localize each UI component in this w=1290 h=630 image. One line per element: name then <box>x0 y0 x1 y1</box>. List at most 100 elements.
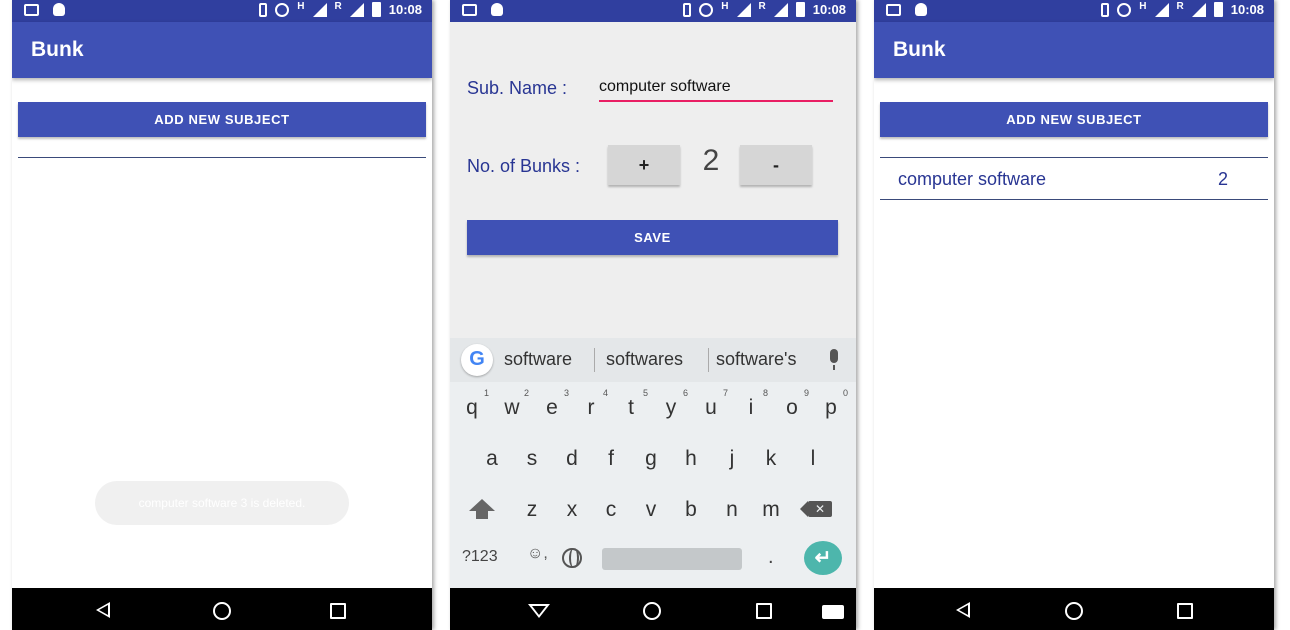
key-g[interactable]: g <box>636 447 666 471</box>
shift-icon[interactable] <box>469 499 495 519</box>
google-icon[interactable]: G <box>461 344 493 376</box>
recent-apps-icon[interactable] <box>1177 603 1193 619</box>
key-m[interactable]: m <box>756 498 786 522</box>
suggestion-1[interactable]: software <box>504 349 572 370</box>
key-r[interactable]: r4 <box>576 388 609 420</box>
key-o[interactable]: o9 <box>777 388 809 420</box>
key-s[interactable]: s <box>517 447 547 471</box>
save-button[interactable]: SAVE <box>467 220 838 255</box>
back-icon[interactable] <box>96 602 110 618</box>
key-k[interactable]: k <box>756 447 786 471</box>
phone-screen-2: H R 10:08 Sub. Name : computer software … <box>450 0 856 630</box>
key-u[interactable]: u7 <box>696 388 728 420</box>
key-q[interactable]: q1 <box>457 388 489 420</box>
status-bar: H R 10:08 <box>450 0 856 22</box>
hide-keyboard-icon[interactable] <box>528 604 550 618</box>
key-l[interactable]: l <box>798 447 828 471</box>
key-e-hint: 3 <box>563 388 569 398</box>
google-logo-letter: G <box>469 348 485 370</box>
key-i-label: i <box>748 396 754 419</box>
key-h[interactable]: h <box>676 447 706 471</box>
navigation-bar <box>874 588 1274 630</box>
toast-message: computer software 3 is deleted. <box>95 481 349 525</box>
list-divider <box>880 199 1268 200</box>
key-n[interactable]: n <box>717 498 747 522</box>
key-b[interactable]: b <box>676 498 706 522</box>
phone-screen-1: H R 10:08 Bunk ADD NEW SUBJECT computer … <box>12 0 432 630</box>
key-c[interactable]: c <box>596 498 626 522</box>
key-a[interactable]: a <box>477 447 507 471</box>
back-icon[interactable] <box>956 602 970 618</box>
home-icon[interactable] <box>1065 602 1083 620</box>
key-v[interactable]: v <box>636 498 666 522</box>
signal-icon <box>736 2 751 17</box>
increment-button[interactable]: + <box>608 145 680 185</box>
key-x[interactable]: x <box>557 498 587 522</box>
symbols-key[interactable]: ?123 <box>462 548 498 566</box>
bunk-count: 2 <box>702 144 720 177</box>
globe-icon[interactable] <box>562 548 582 568</box>
list-divider <box>880 157 1268 158</box>
decrement-button[interactable]: - <box>740 145 812 185</box>
alarm-icon <box>275 2 290 17</box>
app-title: Bunk <box>31 38 84 61</box>
key-p-hint: 0 <box>842 388 848 398</box>
key-r-hint: 4 <box>602 388 608 398</box>
vibrate-icon <box>683 2 692 17</box>
suggestion-3[interactable]: software's <box>716 349 796 370</box>
list-divider <box>18 157 426 158</box>
vibrate-icon <box>259 2 268 17</box>
key-o-label: o <box>786 396 798 419</box>
enter-icon[interactable]: ↵ <box>804 541 842 575</box>
recent-apps-icon[interactable] <box>330 603 346 619</box>
key-d[interactable]: d <box>557 447 587 471</box>
battery-icon <box>1213 2 1223 17</box>
key-w-hint: 2 <box>523 388 529 398</box>
soft-keyboard: G software softwares software's q1 w2 e3… <box>450 338 856 588</box>
key-e[interactable]: e3 <box>537 388 569 420</box>
recent-apps-icon[interactable] <box>756 603 772 619</box>
key-y-hint: 6 <box>682 388 688 398</box>
signal-roaming-icon <box>349 2 364 17</box>
status-bar: H R 10:08 <box>12 0 432 22</box>
alarm-icon <box>1117 2 1132 17</box>
period-key[interactable]: . <box>768 546 774 569</box>
key-u-hint: 7 <box>722 388 728 398</box>
key-w[interactable]: w2 <box>497 388 529 420</box>
add-new-subject-button[interactable]: ADD NEW SUBJECT <box>18 102 426 137</box>
key-y[interactable]: y6 <box>656 388 688 420</box>
clock: 10:08 <box>812 2 846 17</box>
key-f[interactable]: f <box>596 447 626 471</box>
key-w-label: w <box>504 396 520 419</box>
roaming-indicator: R <box>334 1 342 12</box>
key-q-hint: 1 <box>483 388 489 398</box>
sub-name-input[interactable]: computer software <box>599 78 833 102</box>
network-type: H <box>1139 1 1147 12</box>
add-new-subject-button[interactable]: ADD NEW SUBJECT <box>880 102 1268 137</box>
key-i[interactable]: i8 <box>736 388 768 420</box>
bunks-label: No. of Bunks : <box>467 156 581 176</box>
home-icon[interactable] <box>643 602 661 620</box>
key-p[interactable]: p0 <box>816 388 848 420</box>
key-r-label: r <box>587 396 595 419</box>
clock: 10:08 <box>388 2 422 17</box>
suggestion-2[interactable]: softwares <box>606 349 683 370</box>
space-bar[interactable] <box>602 548 742 570</box>
signal-icon <box>1154 2 1169 17</box>
alarm-icon <box>699 2 714 17</box>
key-z[interactable]: z <box>517 498 547 522</box>
suggestion-separator <box>708 348 709 372</box>
android-notification-icon <box>915 3 927 16</box>
key-j[interactable]: j <box>717 447 747 471</box>
phone-screen-3: H R 10:08 Bunk ADD NEW SUBJECT computer … <box>874 0 1274 630</box>
keyboard-switch-icon[interactable] <box>822 605 844 619</box>
key-t[interactable]: t5 <box>616 388 648 420</box>
image-notification-icon <box>462 4 477 16</box>
mic-icon[interactable] <box>830 349 838 370</box>
navigation-bar <box>450 588 856 630</box>
home-icon[interactable] <box>213 602 231 620</box>
key-o-hint: 9 <box>803 388 809 398</box>
emoji-icon[interactable]: ☺, <box>527 545 548 563</box>
backspace-icon[interactable]: ✕ <box>800 501 832 517</box>
key-e-label: e <box>546 396 558 419</box>
